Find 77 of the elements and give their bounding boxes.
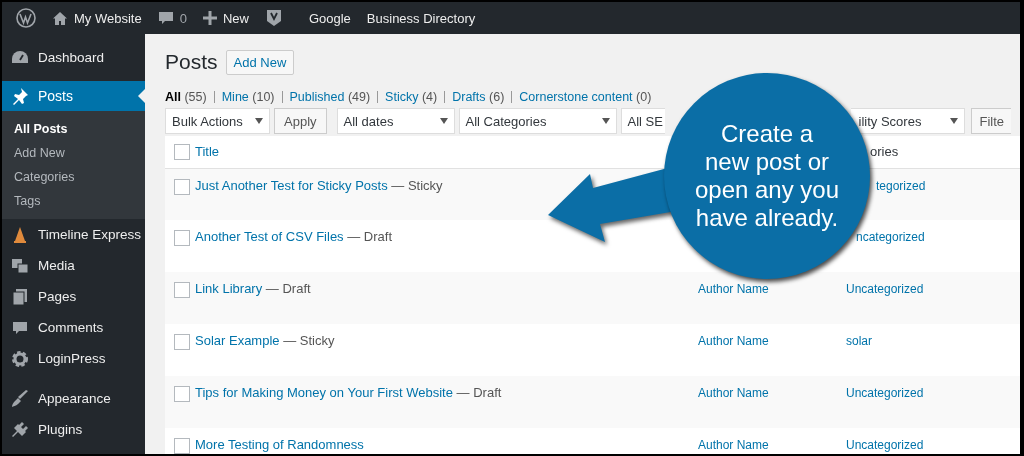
column-header: ories (869, 144, 899, 160)
gear-icon (11, 349, 29, 368)
row-checkbox[interactable] (174, 230, 190, 246)
site-link[interactable]: My Website (44, 2, 150, 34)
toolbar-link[interactable]: Business Directory (358, 2, 484, 34)
author-link[interactable]: Author Name (698, 386, 769, 400)
status-filter-link[interactable]: Cornerstone content (0) (519, 89, 652, 104)
images-icon (11, 257, 29, 274)
post-title[interactable]: Link Library — Draft (195, 281, 311, 296)
filter-dropdown[interactable]: ility Scores (850, 108, 965, 134)
plus-icon (202, 11, 217, 25)
row-checkbox[interactable] (174, 178, 190, 195)
post-title[interactable]: Another Test of CSV Files — Draft (195, 229, 393, 244)
status-filter-link[interactable]: Mine (10) (221, 89, 275, 104)
submenu-item[interactable]: Add New (2, 141, 145, 165)
column-header[interactable]: Title (195, 144, 220, 160)
callout-text: Create a new post or open any you have already. (693, 120, 841, 232)
status-filter-link[interactable]: All (55) (165, 89, 207, 104)
author-link[interactable]: Author Name (698, 282, 769, 296)
menu-item[interactable]: Comments (2, 312, 145, 343)
menu-item[interactable]: LoginPress (2, 343, 145, 374)
status-filter-link[interactable]: Sticky (4) (385, 89, 438, 104)
post-title[interactable]: Tips for Making Money on Your First Website — Draft (195, 385, 502, 400)
post-title[interactable]: Solar Example — Sticky (195, 333, 335, 348)
new-link[interactable]: New (194, 2, 257, 34)
select-all-checkbox[interactable] (174, 143, 190, 160)
category-link[interactable]: Uncategorized (846, 282, 924, 296)
row-checkbox[interactable] (174, 438, 190, 454)
cone-icon (11, 225, 29, 244)
author-link[interactable]: Author Name (698, 334, 769, 348)
category-link[interactable]: tegorized (876, 178, 926, 193)
post-title[interactable]: Just Another Test for Sticky Posts — Sticky (195, 177, 443, 193)
toolbar-link[interactable]: Google (300, 2, 359, 34)
caret-icon (255, 118, 263, 124)
submenu-item[interactable]: Tags (2, 189, 145, 213)
category-link[interactable]: solar (846, 334, 872, 348)
comments-link[interactable]: 0 (149, 2, 195, 34)
documents-icon (11, 287, 29, 306)
filter-dropdown[interactable]: All Categories (458, 108, 617, 134)
caret-icon (949, 118, 958, 124)
gauge-icon (11, 49, 29, 65)
row-checkbox[interactable] (174, 334, 190, 350)
shield-icon[interactable] (264, 9, 283, 27)
pin-icon (11, 87, 29, 105)
filter-button[interactable]: Filte (970, 108, 1011, 134)
paintbrush-icon (11, 389, 29, 408)
menu-item[interactable]: Plugins (2, 414, 145, 445)
menu-item[interactable]: Media (2, 250, 145, 281)
row-checkbox[interactable] (174, 282, 190, 298)
page-title: Posts (165, 50, 218, 74)
speech-bubble-icon (157, 10, 174, 26)
post-title[interactable]: More Testing of Randomness (195, 437, 364, 452)
home-icon (52, 10, 68, 26)
row-checkbox[interactable] (174, 386, 190, 402)
caret-icon (601, 118, 610, 124)
menu-item[interactable]: Dashboard (2, 40, 145, 74)
submenu-item[interactable]: Categories (2, 165, 145, 189)
status-filter-link[interactable]: Drafts (6) (452, 89, 505, 104)
submenu-item[interactable]: All Posts (2, 117, 145, 141)
filter-dropdown[interactable]: Bulk Actions (165, 108, 270, 134)
menu-item[interactable]: Pages (2, 281, 145, 312)
add-new-button[interactable]: Add New (225, 49, 295, 75)
menu-item[interactable]: Timeline Express (2, 219, 145, 250)
filter-dropdown[interactable]: All dates (336, 108, 455, 134)
category-link[interactable]: ncategorized (856, 230, 925, 244)
menu-item[interactable]: Posts (2, 81, 145, 111)
category-link[interactable]: Uncategorized (846, 386, 924, 400)
logo-icon[interactable] (16, 8, 36, 28)
status-filter-link[interactable]: Published (49) (289, 89, 371, 104)
caret-icon (439, 118, 448, 124)
author-link[interactable]: Author Name (698, 438, 769, 452)
category-link[interactable]: Uncategorized (846, 438, 924, 452)
menu-item[interactable]: Appearance (2, 383, 145, 414)
speech-bubble-icon (11, 319, 29, 336)
plug-icon (11, 420, 29, 439)
apply-button[interactable]: Apply (274, 108, 327, 134)
filter-dropdown[interactable]: All SE (620, 108, 665, 134)
